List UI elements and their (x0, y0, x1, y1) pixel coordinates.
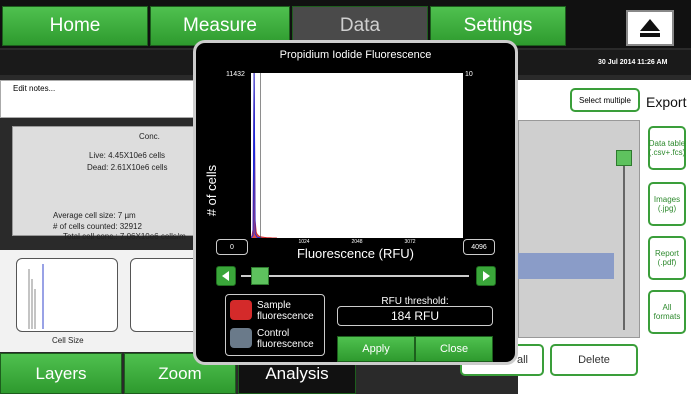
histogram-plot (250, 72, 463, 239)
cell-size-histogram (28, 264, 44, 329)
series-line-control (250, 72, 262, 239)
cell-size-label: Cell Size (52, 336, 84, 345)
scrollbar-thumb[interactable] (616, 150, 632, 166)
live-count: Live: 4.45X10e6 cells (89, 151, 166, 160)
slider-thumb[interactable] (251, 267, 269, 285)
cells-counted: # of cells counted: 32912 (53, 222, 142, 231)
sample-legend-label: Sample fluorescence (257, 300, 314, 322)
x-tick-label: 1024 (298, 239, 310, 245)
eject-button[interactable] (626, 10, 674, 46)
sample-color-swatch (230, 300, 252, 320)
vertical-scrollbar[interactable] (616, 150, 632, 330)
thumbnail-area: Cell Size (0, 250, 232, 352)
select-multiple-button[interactable]: Select multiple (570, 88, 640, 112)
close-button[interactable]: Close (415, 336, 493, 362)
notes-placeholder: Edit notes... (13, 84, 56, 93)
x-tick-label: 2048 (351, 239, 363, 245)
export-label: Export (646, 94, 687, 110)
fluorescence-dialog: Propidium Iodide Fluorescence # of cells… (193, 40, 518, 365)
stats-panel: Conc. Live: 4.45X10e6 cells Dead: 2.61X1… (12, 126, 202, 241)
cell-size-thumbnail[interactable] (16, 258, 118, 332)
y-right-label: 10 (465, 71, 473, 78)
dead-count: Dead: 2.61X10e6 cells (87, 163, 168, 172)
selected-row[interactable] (518, 253, 614, 279)
notes-field[interactable]: Edit notes... (0, 80, 200, 118)
x-tick-label: 3072 (404, 239, 416, 245)
dialog-title: Propidium Iodide Fluorescence (279, 49, 432, 61)
legend: Sample fluorescence Control fluorescence (225, 294, 325, 356)
apply-button[interactable]: Apply (337, 336, 415, 362)
arrow-left-icon (222, 271, 229, 281)
export-report-button[interactable]: Report (.pdf) (648, 236, 686, 280)
export-images-button[interactable]: Images (.jpg) (648, 182, 686, 226)
control-color-swatch (230, 328, 252, 348)
date-time: 30 Jul 2014 11:26 AM (598, 59, 668, 66)
control-legend-label: Control fluorescence (257, 328, 314, 350)
export-data-table-button[interactable]: Data table (.csv+.fcs) (648, 126, 686, 170)
histogram-svg (250, 72, 277, 239)
slider-track (241, 275, 469, 277)
x-axis-label: Fluorescence (RFU) (296, 246, 415, 261)
tab-home[interactable]: Home (2, 6, 148, 46)
threshold-increase-button[interactable] (476, 266, 496, 286)
threshold-decrease-button[interactable] (216, 266, 236, 286)
scrollbar-track (623, 150, 625, 330)
export-all-formats-button[interactable]: All formats (648, 290, 686, 334)
avg-cell-size: Average cell size: 7 µm (53, 211, 136, 220)
arrow-right-icon (483, 271, 490, 281)
stats-title: Conc. (139, 132, 160, 141)
delete-button[interactable]: Delete (550, 344, 638, 376)
threshold-slider[interactable] (241, 267, 469, 285)
y-max-label: 11432 (226, 71, 245, 78)
y-axis-label: # of cells (204, 164, 220, 217)
total-conc: Total cell conc.: 7.06X10e6 cells/m (63, 232, 186, 241)
tab-layers[interactable]: Layers (0, 353, 122, 394)
eject-icon (640, 19, 660, 37)
threshold-value-field[interactable]: 184 RFU (337, 306, 493, 326)
